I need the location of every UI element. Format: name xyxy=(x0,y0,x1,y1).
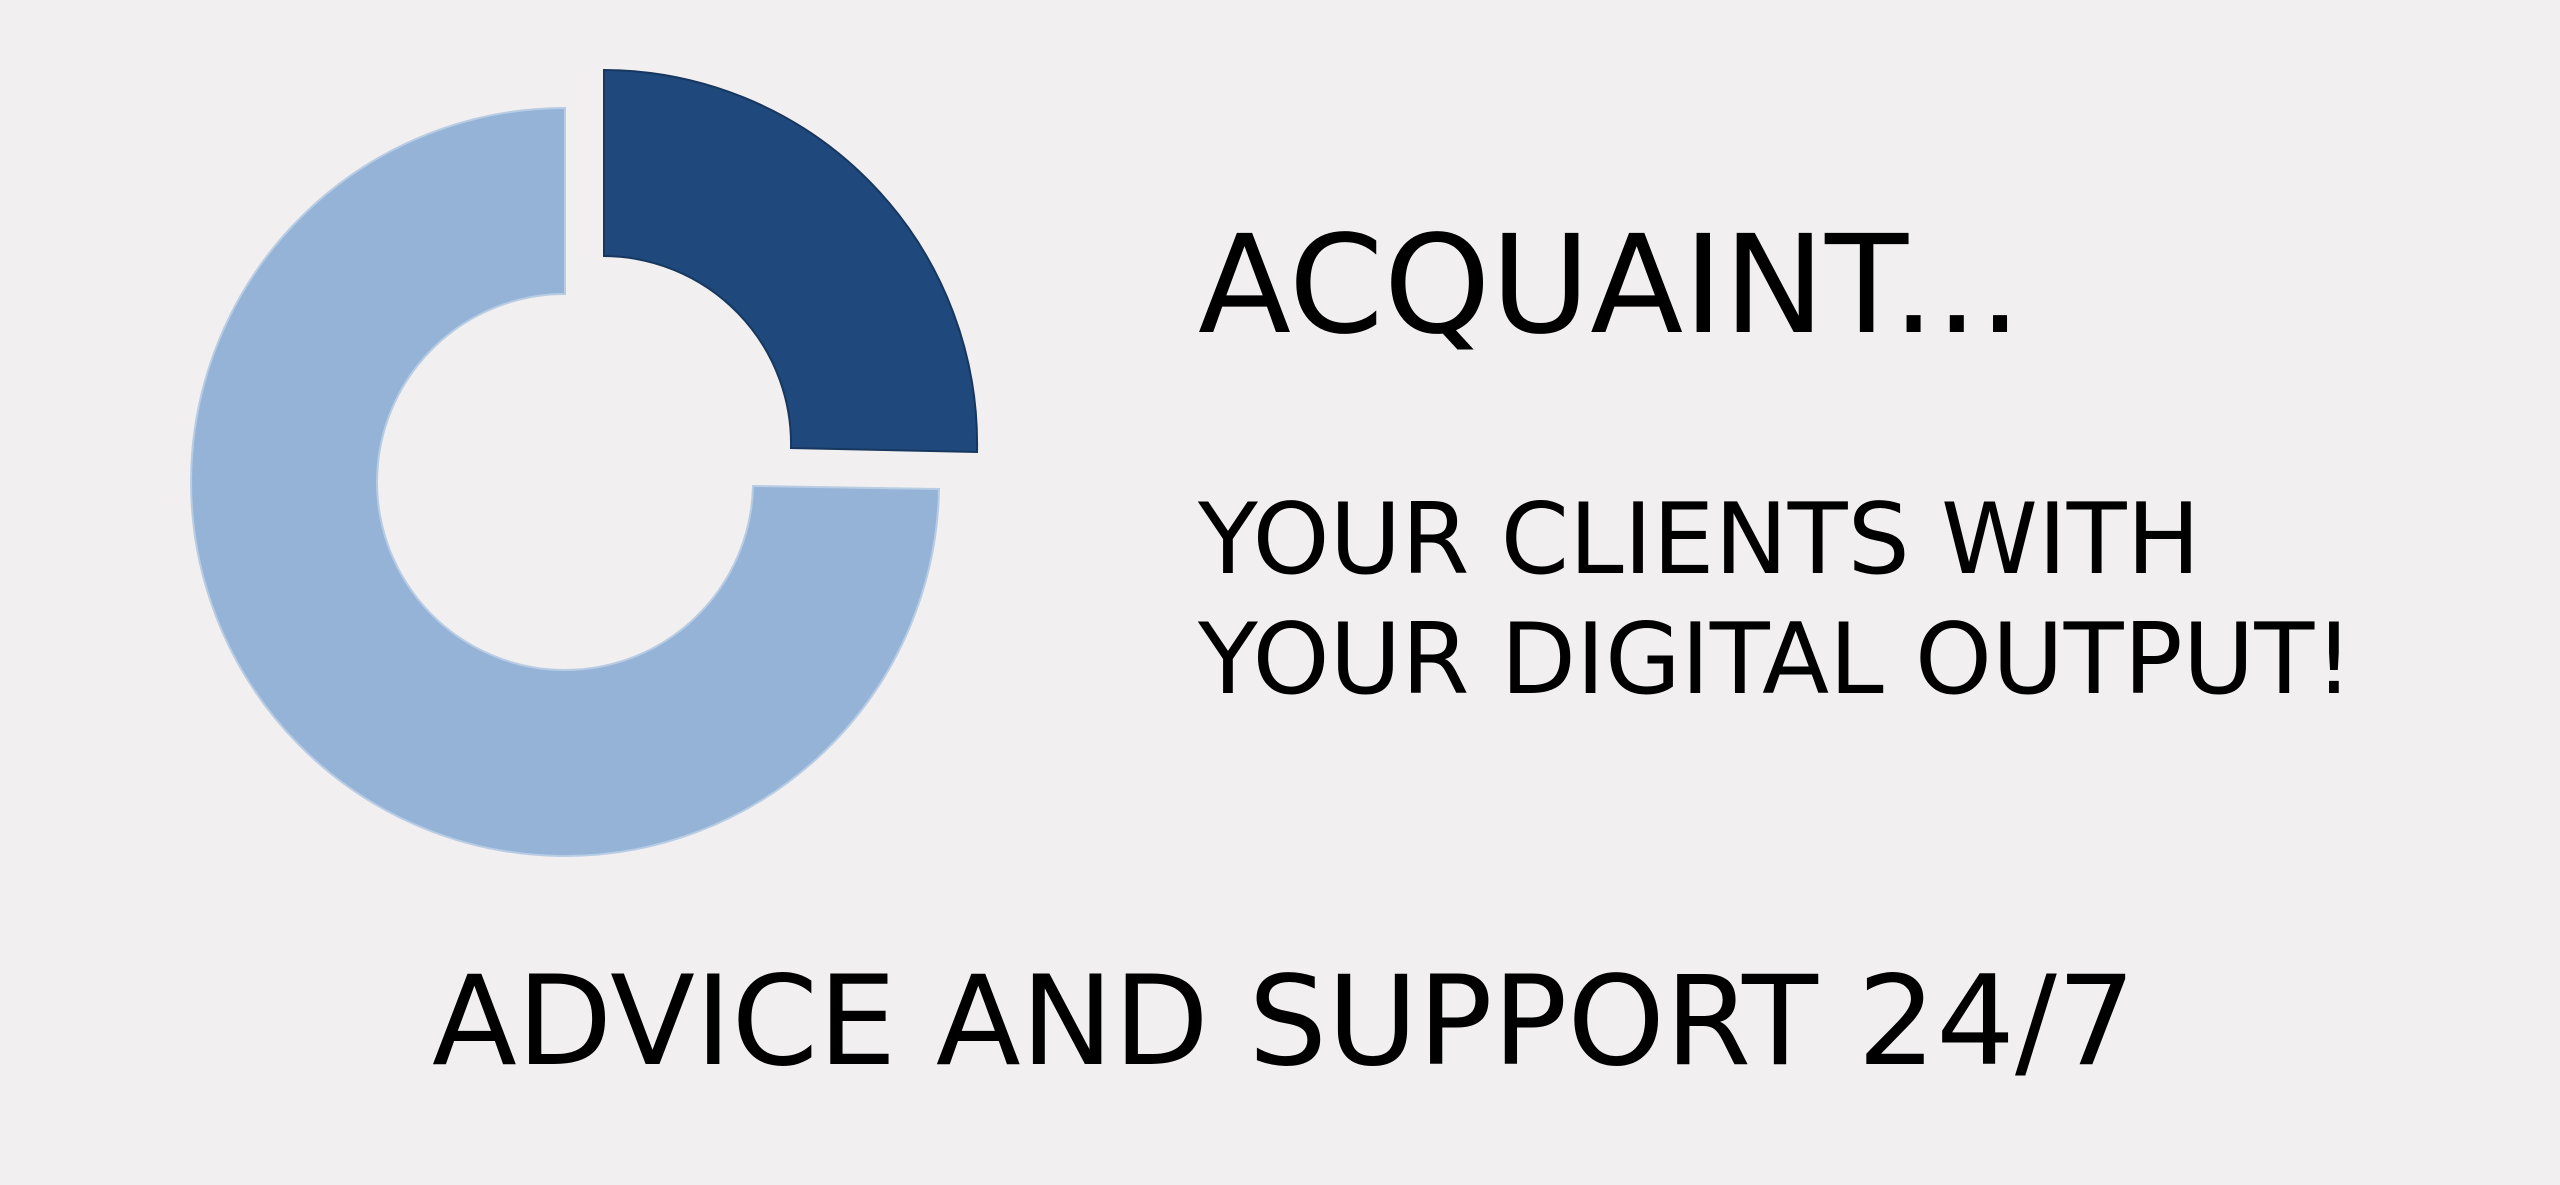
subheadline-line-2: YOUR DIGITAL OUTPUT! xyxy=(1198,603,2354,717)
subheadline: YOUR CLIENTS WITH YOUR DIGITAL OUTPUT! xyxy=(1198,480,2354,720)
headline: ACQUAINT... xyxy=(1198,207,2022,365)
subheadline-line-1: YOUR CLIENTS WITH xyxy=(1198,483,2201,597)
donut-segment-minor xyxy=(603,68,979,454)
footer-tagline: ADVICE AND SUPPORT 24/7 xyxy=(432,950,2136,1094)
